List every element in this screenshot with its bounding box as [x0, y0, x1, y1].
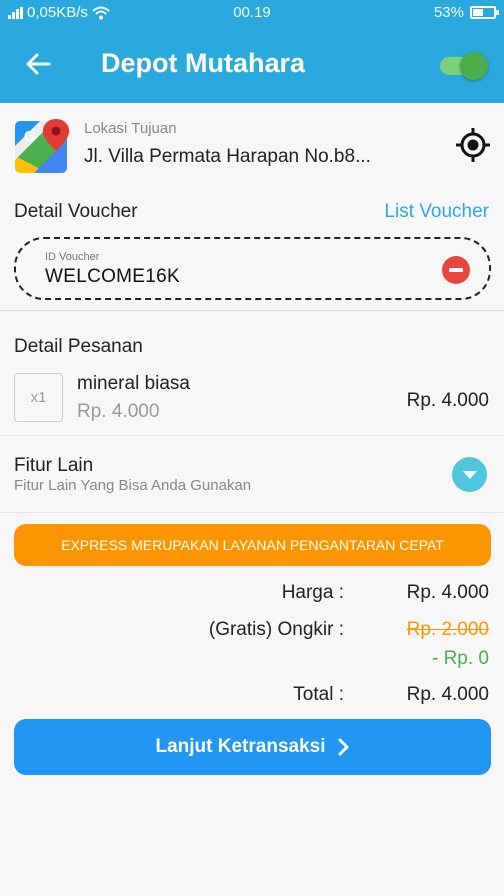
status-right: 53% — [433, 4, 499, 21]
voucher-section-title: Detail Voucher — [14, 201, 138, 222]
remove-voucher-icon[interactable] — [442, 256, 470, 284]
depot-status-toggle[interactable] — [438, 50, 490, 80]
status-time: 00.19 — [233, 4, 271, 21]
voucher-field-label: ID Voucher — [45, 251, 100, 263]
voucher-field-value[interactable]: WELCOME16K — [45, 266, 180, 288]
shipping-label: (Gratis) Ongkir : — [208, 619, 344, 640]
order-section-title: Detail Pesanan — [14, 336, 143, 357]
battery-icon — [470, 6, 499, 19]
app-bar: Depot Mutahara — [0, 26, 504, 103]
item-total-price: Rp. 4.000 — [406, 390, 489, 411]
features-subtitle: Fitur Lain Yang Bisa Anda Gunakan — [14, 477, 252, 494]
shipping-original: Rp. 2.000 — [406, 619, 489, 640]
total-value: Rp. 4.000 — [406, 684, 489, 705]
my-location-icon[interactable] — [453, 125, 493, 165]
arrow-left-icon — [26, 53, 51, 75]
divider — [0, 512, 504, 513]
status-bar: 0,05KB/s 00.19 53% — [0, 0, 504, 26]
chevron-right-icon — [338, 738, 348, 756]
list-voucher-link[interactable]: List Voucher — [384, 201, 489, 223]
google-maps-icon: G — [15, 119, 70, 173]
features-title: Fitur Lain — [14, 455, 94, 476]
item-name: mineral biasa — [77, 373, 190, 394]
shipping-discount: - Rp. 0 — [431, 648, 489, 669]
divider — [0, 310, 504, 311]
battery-percent: 53% — [433, 4, 464, 21]
chevron-down-icon[interactable] — [452, 457, 487, 492]
continue-transaction-button[interactable]: Lanjut Ketransaksi — [14, 719, 491, 775]
cta-label: Lanjut Ketransaksi — [155, 736, 326, 757]
divider — [0, 435, 504, 436]
toggle-knob — [460, 52, 488, 80]
destination-address[interactable]: Jl. Villa Permata Harapan No.b8... — [84, 146, 371, 168]
voucher-id-field[interactable]: ID Voucher WELCOME16K — [14, 237, 491, 300]
svg-text:G: G — [24, 128, 36, 145]
price-label: Harga : — [281, 582, 344, 603]
back-button[interactable] — [18, 46, 58, 82]
page-title: Depot Mutahara — [101, 48, 306, 78]
price-value: Rp. 4.000 — [406, 582, 489, 603]
destination-section: G Lokasi Tujuan Jl. Villa Permata Harapa… — [0, 103, 504, 193]
item-quantity[interactable]: x1 — [14, 373, 63, 422]
item-unit-price: Rp. 4.000 — [77, 401, 160, 422]
destination-label: Lokasi Tujuan — [84, 120, 177, 137]
express-banner: EXPRESS MERUPAKAN LAYANAN PENGANTARAN CE… — [14, 524, 491, 566]
total-label: Total : — [293, 684, 344, 705]
